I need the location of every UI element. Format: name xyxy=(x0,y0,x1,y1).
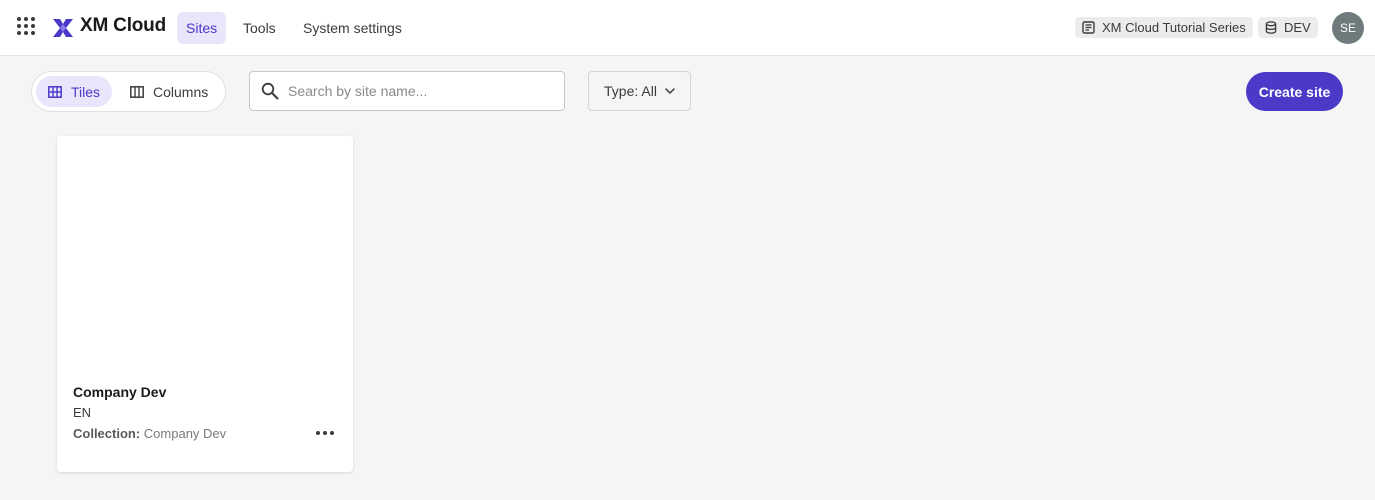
type-filter-text: Type: All xyxy=(604,83,657,99)
site-language: EN xyxy=(73,405,92,420)
type-filter-dropdown[interactable]: Type: All xyxy=(588,71,691,111)
search-input[interactable] xyxy=(288,72,558,110)
tiles-grid-icon xyxy=(48,85,62,98)
site-thumbnail[interactable] xyxy=(57,136,353,374)
nav-tab-sites[interactable]: Sites xyxy=(177,12,227,44)
site-collection-value: Company Dev xyxy=(143,426,227,441)
type-filter-value: All xyxy=(641,83,657,99)
view-tiles-label: Tiles xyxy=(71,83,101,100)
nav-tab-tools[interactable]: Tools xyxy=(234,12,285,44)
site-name: Company Dev xyxy=(73,384,167,400)
project-selector[interactable]: XM Cloud Tutorial Series xyxy=(1075,17,1253,38)
site-card[interactable]: Company Dev EN Collection: Company Dev xyxy=(57,136,353,472)
view-columns-button[interactable]: Columns xyxy=(118,76,220,107)
environment-selector[interactable]: DEV xyxy=(1258,17,1318,38)
database-icon xyxy=(1265,21,1277,34)
view-columns-label: Columns xyxy=(153,83,209,100)
nav-tab-system-settings[interactable]: System settings xyxy=(294,12,411,44)
xm-cloud-logo-icon xyxy=(52,16,74,40)
more-horizontal-icon[interactable] xyxy=(312,422,338,444)
user-avatar[interactable]: SE xyxy=(1332,12,1364,44)
site-collection: Collection: Company Dev xyxy=(73,426,226,441)
site-search-box xyxy=(249,71,565,111)
project-document-icon xyxy=(1082,21,1095,34)
app-name: XM Cloud xyxy=(80,15,166,36)
project-name: XM Cloud Tutorial Series xyxy=(1102,20,1246,35)
top-navigation-bar: XM Cloud Sites Tools System settings XM … xyxy=(0,0,1375,56)
view-tiles-button[interactable]: Tiles xyxy=(36,76,113,107)
site-collection-label: Collection: xyxy=(73,426,141,441)
chevron-down-icon xyxy=(665,88,675,94)
app-switcher-grid-dots-icon[interactable] xyxy=(17,17,37,37)
view-mode-toggle: Tiles Columns xyxy=(31,71,226,112)
columns-icon xyxy=(130,85,144,98)
environment-name: DEV xyxy=(1284,20,1311,35)
search-icon xyxy=(261,82,279,100)
type-filter-key: Type: xyxy=(604,83,639,99)
create-site-button[interactable]: Create site xyxy=(1246,72,1343,111)
